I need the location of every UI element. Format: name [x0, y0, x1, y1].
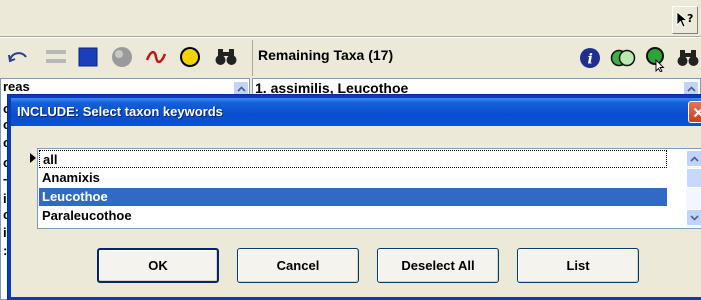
scroll-up-button[interactable]: [686, 150, 701, 167]
keyword-item-leucothoe[interactable]: Leucothoe: [39, 188, 667, 206]
list-item[interactable]: :: [3, 243, 7, 258]
scroll-down-button[interactable]: [686, 209, 701, 226]
list-item[interactable]: reas: [3, 79, 30, 94]
toolbar-divider: [0, 36, 701, 38]
ok-button[interactable]: OK: [97, 248, 219, 283]
undo-arrow-icon[interactable]: [4, 43, 32, 71]
keyword-listbox[interactable]: all Anamixis Leucothoe Paraleucothoe: [37, 148, 701, 229]
taxon-list-item[interactable]: 1. assimilis, Leucothoe: [255, 80, 408, 96]
dialog-title: INCLUDE: Select taxon keywords: [17, 104, 223, 119]
help-pointer-icon: ?: [676, 11, 693, 28]
red-tilde-icon[interactable]: [142, 43, 170, 71]
cancel-button[interactable]: Cancel: [237, 248, 359, 283]
binoculars-icon[interactable]: [212, 43, 240, 71]
deselect-all-button[interactable]: Deselect All: [377, 248, 499, 283]
remaining-taxa-title: Remaining Taxa (17): [258, 47, 394, 63]
binoculars-icon[interactable]: [674, 44, 701, 72]
yellow-circle-icon[interactable]: [176, 43, 204, 71]
green-circle-icon[interactable]: [641, 44, 669, 72]
green-overlap-icon[interactable]: [609, 44, 637, 72]
list-button[interactable]: List: [517, 248, 639, 283]
current-row-marker-icon: [30, 153, 36, 163]
close-button[interactable]: [688, 101, 701, 123]
help-button[interactable]: ?: [672, 6, 698, 34]
select-keywords-dialog: INCLUDE: Select taxon keywords all Anami…: [8, 95, 701, 300]
scroll-up-button[interactable]: [683, 81, 699, 96]
keyword-item-all[interactable]: all: [39, 150, 667, 168]
chevron-down-icon: [690, 214, 699, 221]
blue-square-icon[interactable]: [74, 43, 102, 71]
keyword-scrollbar[interactable]: [686, 150, 701, 227]
close-icon: [693, 107, 701, 117]
chevron-up-icon: [690, 155, 699, 162]
grey-bars-icon[interactable]: [42, 43, 70, 71]
scroll-up-button[interactable]: [233, 81, 249, 96]
svg-text:?: ?: [687, 12, 693, 25]
scroll-thumb[interactable]: [686, 168, 701, 188]
keyword-item-anamixis[interactable]: Anamixis: [39, 169, 667, 187]
grey-blob-icon[interactable]: [108, 43, 136, 71]
keyword-item-paraleucothoe[interactable]: Paraleucothoe: [39, 207, 667, 225]
left-toolbar: [0, 40, 250, 76]
list-item[interactable]: -: [3, 171, 7, 186]
chevron-up-icon: [686, 85, 696, 92]
info-icon[interactable]: i: [576, 44, 604, 72]
remaining-taxa-header: Remaining Taxa (17) i: [252, 40, 701, 76]
dialog-titlebar[interactable]: INCLUDE: Select taxon keywords: [11, 98, 701, 126]
svg-text:i: i: [588, 52, 593, 68]
chevron-up-icon: [236, 85, 246, 92]
